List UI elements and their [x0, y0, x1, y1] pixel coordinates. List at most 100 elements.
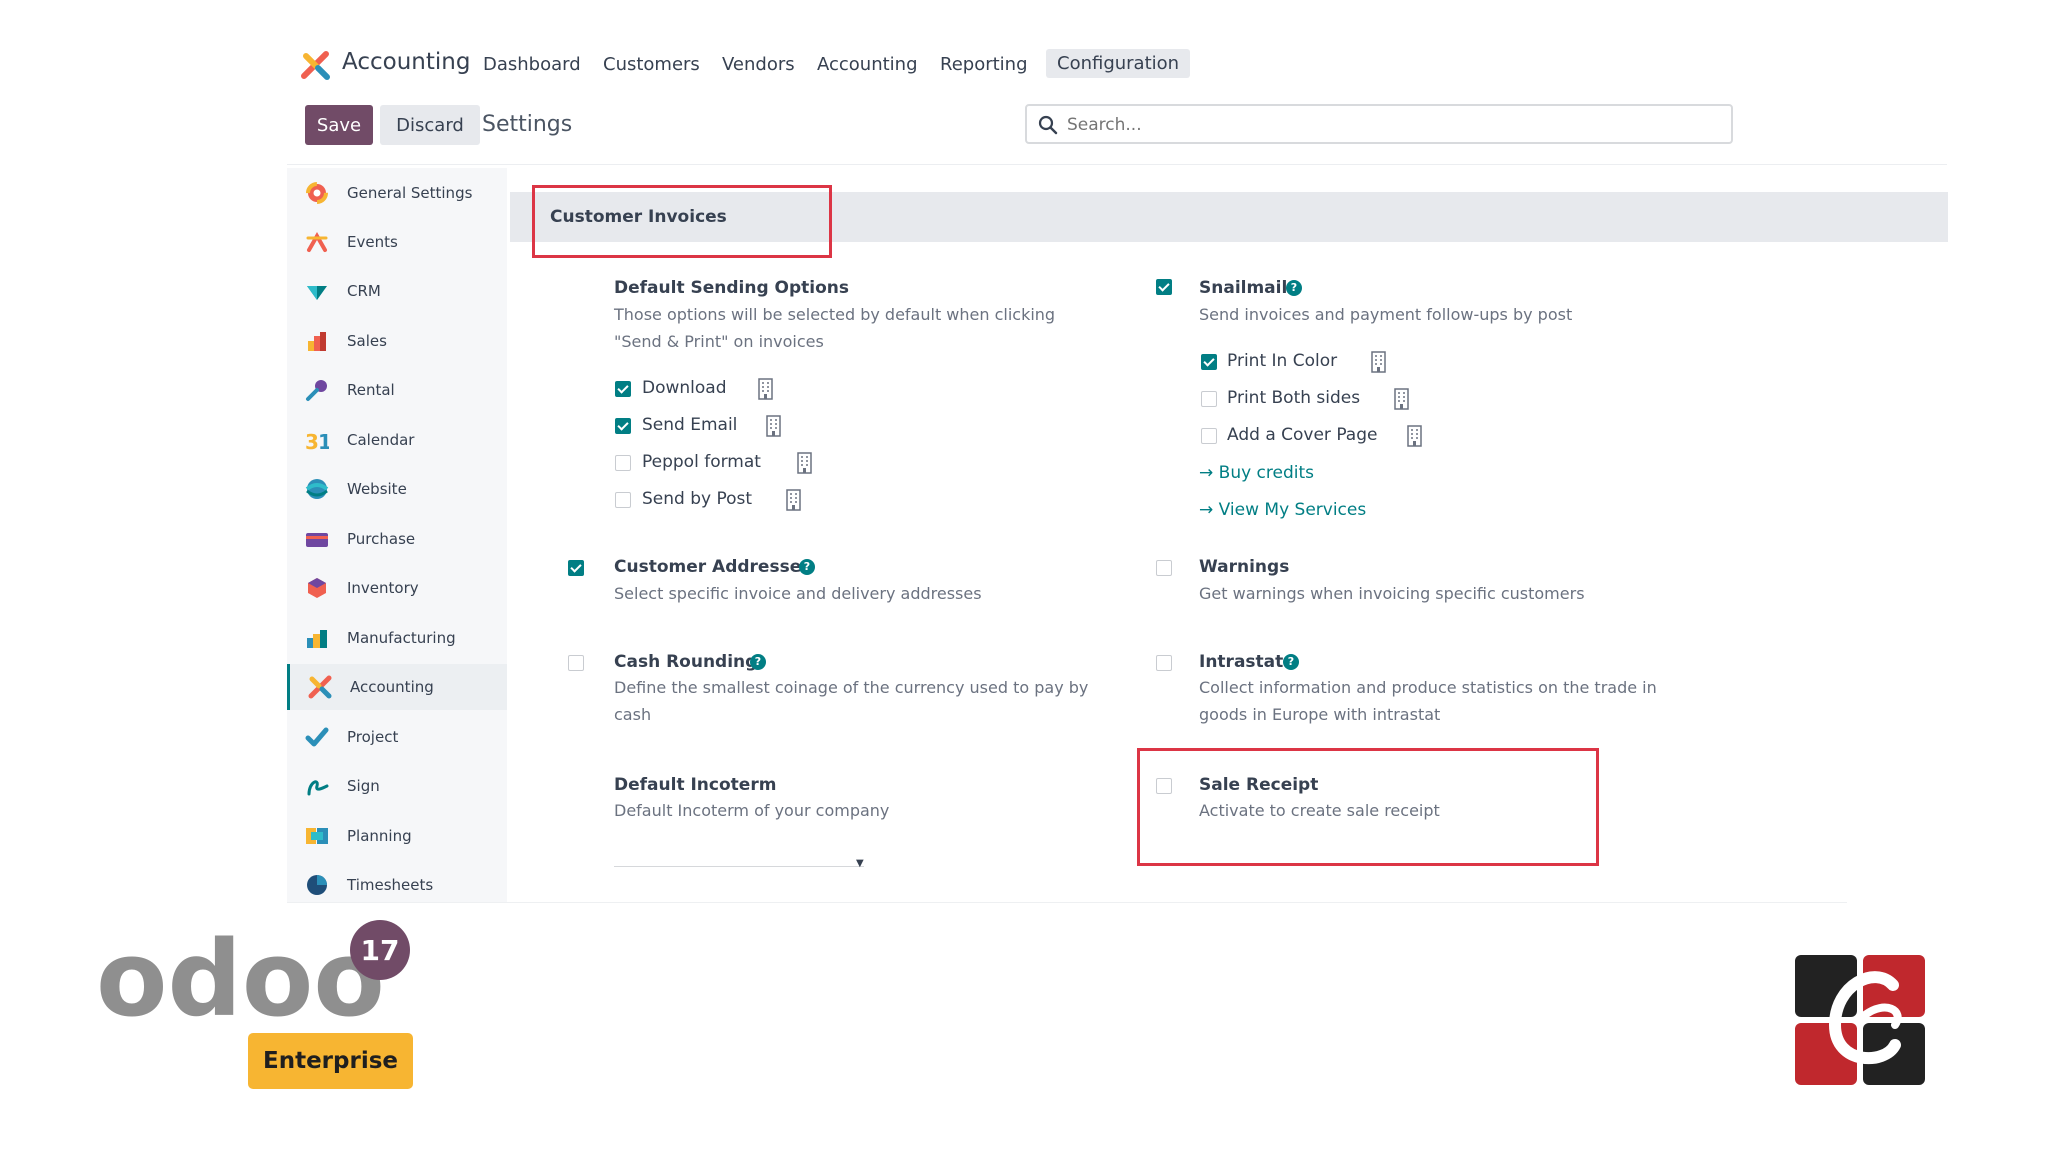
company-building-icon [786, 489, 801, 511]
option-label: Download [642, 378, 727, 398]
snailmail-checkbox[interactable] [1156, 279, 1172, 295]
setting-description: Those options will be selected by defaul… [614, 305, 1056, 351]
setting-description: Get warnings when invoicing specific cus… [1199, 584, 1585, 603]
sidebar-item-website[interactable]: Website [287, 466, 507, 512]
sidebar-item-label: Manufacturing [347, 629, 456, 647]
timesheets-icon [307, 875, 327, 895]
save-button[interactable]: Save [305, 105, 373, 145]
warnings-checkbox[interactable] [1156, 560, 1172, 576]
help-icon[interactable]: ? [799, 559, 815, 575]
nav-customers[interactable]: Customers [603, 54, 700, 75]
sidebar-item-general-settings[interactable]: General Settings [287, 170, 507, 216]
company-building-icon [797, 452, 812, 474]
option-label: Send Email [642, 415, 738, 435]
divider [287, 902, 1847, 903]
sign-icon [307, 780, 329, 796]
incoterm-select[interactable] [614, 842, 864, 866]
setting-title: Intrastat [1199, 652, 1284, 672]
sidebar-item-label: Planning [347, 827, 412, 845]
sidebar-item-planning[interactable]: Planning [287, 813, 507, 859]
intrastat-checkbox[interactable] [1156, 655, 1172, 671]
link-label: Buy credits [1218, 463, 1315, 483]
company-building-icon [766, 415, 781, 437]
sidebar-item-rental[interactable]: Rental [287, 367, 507, 413]
search-input[interactable] [1065, 113, 1709, 137]
buy-credits-link[interactable]: → Buy credits [1199, 463, 1314, 483]
help-icon[interactable]: ? [1283, 654, 1299, 670]
arrow-right-icon: → [1199, 500, 1219, 520]
option-label: Send by Post [642, 489, 753, 509]
setting-description: Activate to create sale receipt [1199, 801, 1440, 820]
planning-icon [306, 828, 328, 844]
highlight-box [532, 185, 832, 258]
sidebar-item-calendar[interactable]: 31 Calendar [287, 417, 507, 463]
nav-dashboard[interactable]: Dashboard [483, 54, 581, 75]
search-box[interactable] [1025, 104, 1733, 144]
sidebar-item-events[interactable]: Events [287, 219, 507, 265]
purchase-icon [306, 533, 328, 547]
sidebar-item-label: Inventory [347, 579, 419, 597]
setting-title: Customer Addresses [614, 557, 812, 577]
send-by-post-checkbox[interactable] [615, 492, 631, 508]
sidebar-item-crm[interactable]: CRM [287, 268, 507, 314]
setting-title: Sale Receipt [1199, 775, 1319, 795]
setting-description: Default Incoterm of your company [614, 801, 890, 820]
print-both-sides-checkbox[interactable] [1201, 391, 1217, 407]
add-cover-page-checkbox[interactable] [1201, 428, 1217, 444]
svg-text:odoo: odoo [96, 930, 385, 1030]
sidebar-item-label: Sign [347, 777, 380, 795]
calendar-icon: 31 [305, 430, 329, 452]
option-label: Peppol format [642, 452, 761, 472]
sidebar-item-label: Events [347, 233, 398, 251]
sidebar-item-sales[interactable]: Sales [287, 318, 507, 364]
setting-title: Warnings [1199, 557, 1290, 577]
sidebar-item-purchase[interactable]: Purchase [287, 516, 507, 562]
option-label: Add a Cover Page [1227, 425, 1378, 445]
enterprise-badge: Enterprise [248, 1033, 413, 1089]
nav-accounting[interactable]: Accounting [817, 54, 918, 75]
inventory-icon [308, 578, 326, 598]
customer-addresses-checkbox[interactable] [568, 560, 584, 576]
app-name[interactable]: Accounting [342, 49, 470, 75]
sidebar-item-inventory[interactable]: Inventory [287, 565, 507, 611]
nav-vendors[interactable]: Vendors [722, 54, 795, 75]
setting-title: Snailmail [1199, 278, 1288, 298]
crm-icon [307, 286, 327, 300]
setting-description: Select specific invoice and delivery add… [614, 584, 982, 603]
svg-text:1: 1 [318, 430, 329, 452]
send-email-checkbox[interactable] [615, 418, 631, 434]
sidebar-item-manufacturing[interactable]: Manufacturing [287, 615, 507, 661]
sidebar-item-label: Accounting [350, 678, 434, 696]
nav-configuration[interactable]: Configuration [1046, 49, 1191, 78]
svg-text:3: 3 [305, 430, 319, 452]
sidebar-item-label: Project [347, 728, 399, 746]
svg-text:17: 17 [361, 934, 400, 967]
print-in-color-checkbox[interactable] [1201, 354, 1217, 370]
setting-description: Collect information and produce statisti… [1199, 678, 1657, 724]
link-label: View My Services [1218, 500, 1367, 520]
search-icon [1038, 115, 1058, 135]
sidebar-item-sign[interactable]: Sign [287, 763, 507, 809]
sidebar-item-accounting[interactable]: Accounting [287, 664, 507, 710]
sale-receipt-checkbox[interactable] [1156, 778, 1172, 794]
general-settings-icon [306, 182, 328, 204]
sidebar-item-label: Purchase [347, 530, 416, 548]
arrow-right-icon: → [1199, 463, 1219, 483]
discard-button[interactable]: Discard [380, 105, 480, 145]
sidebar-item-project[interactable]: Project [287, 714, 507, 760]
download-checkbox[interactable] [615, 381, 631, 397]
peppol-format-checkbox[interactable] [615, 455, 631, 471]
company-building-icon [758, 378, 773, 400]
cash-rounding-checkbox[interactable] [568, 655, 584, 671]
view-my-services-link[interactable]: → View My Services [1199, 500, 1366, 520]
help-icon[interactable]: ? [1286, 280, 1302, 296]
rental-icon [306, 380, 327, 401]
caret-down-icon[interactable]: ▼ [856, 858, 864, 869]
setting-description: Send invoices and payment follow-ups by … [1199, 305, 1573, 324]
accounting-app-icon[interactable] [300, 50, 332, 82]
nav-reporting[interactable]: Reporting [940, 54, 1028, 75]
help-icon[interactable]: ? [750, 654, 766, 670]
option-label: Print In Color [1227, 351, 1338, 371]
settings-sidebar: General Settings Events CRM Sales Rental… [287, 168, 507, 902]
sidebar-item-label: General Settings [347, 184, 473, 202]
